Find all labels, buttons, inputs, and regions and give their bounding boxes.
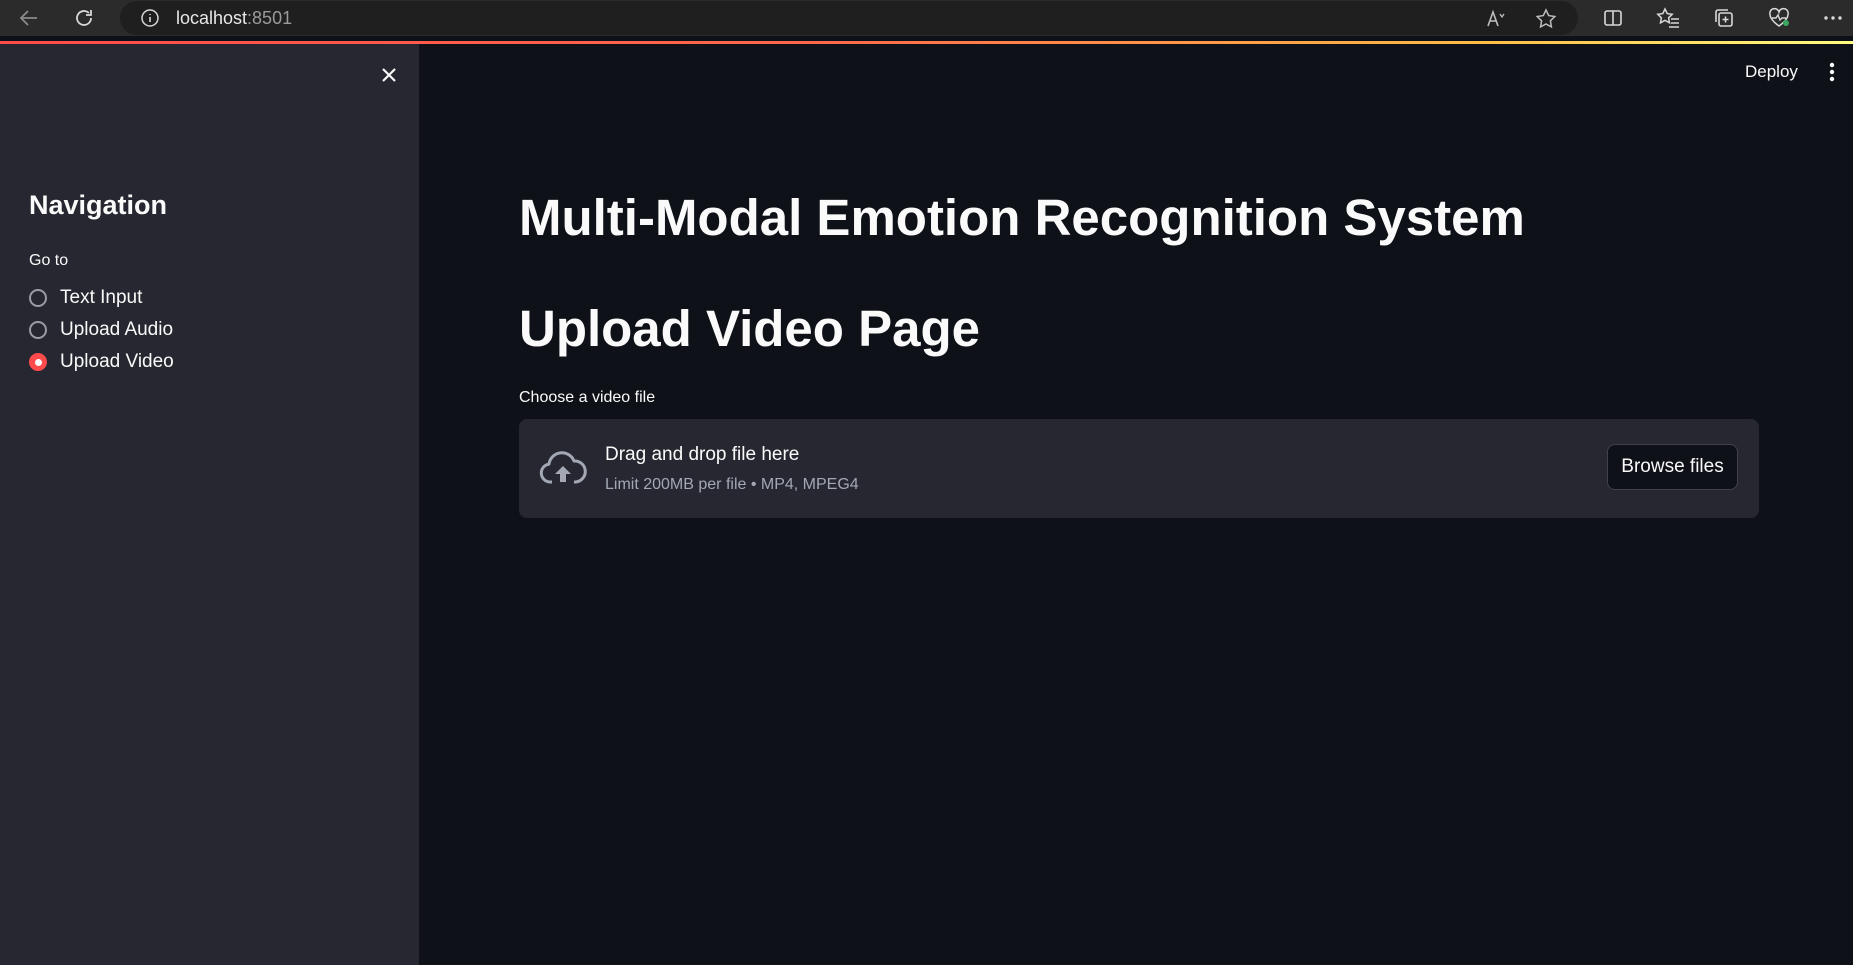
kebab-menu-icon[interactable] bbox=[1825, 60, 1839, 84]
deploy-button[interactable]: Deploy bbox=[1745, 62, 1798, 82]
radio-option-label: Upload Audio bbox=[60, 319, 174, 340]
split-screen-icon[interactable] bbox=[1600, 6, 1626, 30]
radio-button[interactable] bbox=[29, 321, 47, 339]
radio-option-text-input[interactable]: Text Input bbox=[29, 284, 142, 312]
file-dropzone[interactable]: Drag and drop file here Limit 200MB per … bbox=[519, 419, 1759, 518]
browser-toolbar: localhost:8501 bbox=[0, 0, 1853, 36]
radio-group-label: Go to bbox=[29, 252, 69, 269]
back-arrow-icon[interactable] bbox=[16, 6, 42, 30]
page-subtitle: Upload Video Page bbox=[519, 300, 980, 357]
favorites-icon[interactable] bbox=[1655, 6, 1681, 30]
radio-button[interactable] bbox=[29, 289, 47, 307]
sidebar: Navigation Go to Text Input Upload Audio… bbox=[0, 44, 419, 965]
browser-essentials-icon[interactable] bbox=[1766, 6, 1792, 30]
url-text[interactable]: localhost:8501 bbox=[176, 8, 292, 29]
favorite-star-icon[interactable] bbox=[1535, 8, 1557, 30]
radio-option-upload-video[interactable]: Upload Video bbox=[29, 348, 174, 376]
info-icon[interactable] bbox=[140, 8, 160, 28]
close-icon[interactable] bbox=[376, 62, 402, 88]
sidebar-title: Navigation bbox=[29, 190, 168, 220]
radio-option-upload-audio[interactable]: Upload Audio bbox=[29, 316, 173, 344]
refresh-icon[interactable] bbox=[71, 6, 97, 30]
browse-files-button[interactable]: Browse files bbox=[1607, 444, 1738, 490]
address-bar[interactable]: localhost:8501 bbox=[120, 1, 1578, 35]
more-icon[interactable] bbox=[1820, 6, 1846, 30]
dropzone-instructions: Drag and drop file here bbox=[605, 444, 800, 465]
read-aloud-icon[interactable] bbox=[1485, 8, 1507, 30]
page-title: Multi-Modal Emotion Recognition System bbox=[519, 189, 1525, 246]
radio-button-selected[interactable] bbox=[29, 353, 47, 371]
radio-option-label: Text Input bbox=[60, 287, 143, 308]
cloud-upload-icon bbox=[539, 449, 587, 489]
file-uploader-label: Choose a video file bbox=[519, 389, 656, 406]
dropzone-limit-text: Limit 200MB per file • MP4, MPEG4 bbox=[605, 476, 859, 493]
collections-icon[interactable] bbox=[1711, 6, 1737, 30]
radio-option-label: Upload Video bbox=[60, 351, 174, 372]
